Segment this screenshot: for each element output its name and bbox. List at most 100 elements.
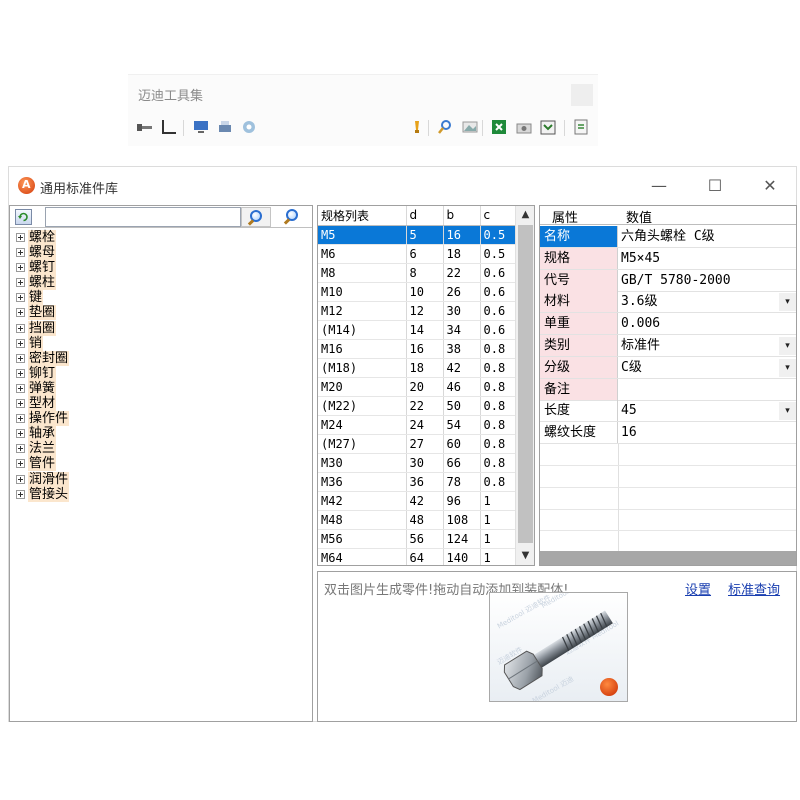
expand-icon[interactable] [16, 444, 25, 454]
spec-row[interactable]: M36 36 78 0.8 [318, 472, 517, 492]
property-value[interactable]: GB/T 5780-2000 [621, 270, 796, 291]
expand-icon[interactable] [16, 429, 25, 439]
spec-row[interactable]: M10 10 26 0.6 [318, 282, 517, 302]
column-header-c[interactable]: c [480, 206, 517, 226]
tree-item[interactable]: 铆钉 [16, 365, 312, 381]
monitor-icon[interactable] [192, 118, 210, 136]
spec-row[interactable]: (M14) 14 34 0.6 [318, 320, 517, 340]
property-row[interactable]: 单重 0.006 [540, 313, 796, 336]
expand-icon[interactable] [16, 414, 25, 424]
spec-row[interactable]: M16 16 38 0.8 [318, 339, 517, 359]
spec-row[interactable]: M30 30 66 0.8 [318, 453, 517, 473]
maximize-button[interactable]: ☐ [695, 173, 735, 199]
refresh-icon[interactable] [15, 209, 32, 225]
spec-row[interactable]: (M22) 22 50 0.8 [318, 396, 517, 416]
search-icon[interactable] [436, 118, 454, 136]
scroll-down-icon[interactable]: ▼ [516, 547, 535, 565]
property-value[interactable]: 0.006 [621, 313, 796, 334]
standard-query-link[interactable]: 标准查询 [728, 579, 780, 598]
search-input[interactable] [45, 207, 241, 227]
spec-row[interactable]: (M18) 18 42 0.8 [318, 358, 517, 378]
settings-link[interactable]: 设置 [685, 579, 711, 598]
property-row[interactable]: 备注 [540, 378, 796, 401]
expand-icon[interactable] [16, 474, 25, 484]
spec-row[interactable]: M20 20 46 0.8 [318, 377, 517, 397]
angle-tool-icon[interactable] [160, 118, 178, 136]
tree-item[interactable]: 挡圈 [16, 320, 312, 336]
close-button[interactable]: ✕ [750, 173, 790, 199]
dropdown-arrow-icon[interactable]: ▾ [779, 337, 796, 355]
property-value[interactable]: C级 [621, 357, 796, 378]
tree-item[interactable]: 操作件 [16, 411, 312, 427]
dropdown-arrow-icon[interactable]: ▾ [779, 402, 796, 421]
advanced-search-button[interactable] [278, 207, 308, 227]
spec-row[interactable]: M12 12 30 0.6 [318, 301, 517, 321]
property-value[interactable]: 3.6级 [621, 291, 796, 312]
tree-item[interactable]: 型材 [16, 396, 312, 412]
spec-table-scrollbar[interactable]: ▲ ▼ [515, 206, 534, 565]
tree-item[interactable]: 润滑件 [16, 471, 312, 487]
expand-icon[interactable] [16, 248, 25, 258]
spec-row[interactable]: M56 56 124 1 [318, 529, 517, 549]
property-value[interactable]: 六角头螺栓 C级 [621, 226, 796, 247]
spec-row[interactable]: M24 24 54 0.8 [318, 415, 517, 435]
tree-item[interactable]: 螺钉 [16, 260, 312, 276]
expand-icon[interactable] [16, 368, 25, 378]
export-icon[interactable] [539, 118, 557, 136]
property-grid-scrollbar[interactable] [540, 551, 796, 565]
property-value[interactable] [621, 379, 796, 400]
spec-row[interactable]: M8 8 22 0.6 [318, 263, 517, 283]
spec-row[interactable]: M48 48 108 1 [318, 510, 517, 530]
spec-row[interactable]: M64 64 140 1 [318, 548, 517, 565]
tree-item[interactable]: 管接头 [16, 486, 312, 502]
spec-row[interactable]: M5 5 16 0.5 [318, 225, 517, 245]
expand-icon[interactable] [16, 308, 25, 318]
expand-icon[interactable] [16, 293, 25, 303]
tree-item[interactable]: 弹簧 [16, 380, 312, 396]
column-header-spec[interactable]: 规格列表 [318, 206, 407, 226]
expand-icon[interactable] [16, 399, 25, 409]
gear-icon[interactable] [240, 118, 258, 136]
expand-icon[interactable] [16, 353, 25, 363]
scroll-up-icon[interactable]: ▲ [516, 206, 535, 224]
tree-item[interactable]: 键 [16, 290, 312, 306]
column-header-d[interactable]: d [406, 206, 444, 226]
document-icon[interactable] [572, 118, 590, 136]
spec-row[interactable]: M6 6 18 0.5 [318, 244, 517, 264]
dropdown-arrow-icon[interactable]: ▾ [779, 293, 796, 312]
tree-item[interactable]: 密封圈 [16, 350, 312, 366]
search-button[interactable] [241, 207, 271, 227]
spec-row[interactable]: M42 42 96 1 [318, 491, 517, 511]
tree-item[interactable]: 螺母 [16, 245, 312, 261]
tree-item[interactable]: 管件 [16, 456, 312, 472]
expand-icon[interactable] [16, 489, 25, 499]
expand-icon[interactable] [16, 263, 25, 273]
marker-icon[interactable] [408, 118, 426, 136]
bolt-tool-icon[interactable] [136, 118, 154, 136]
camera-icon[interactable] [515, 118, 533, 136]
property-row[interactable]: 类别 标准件 ▾ [540, 335, 796, 357]
excel-icon[interactable] [490, 118, 508, 136]
tree-item[interactable]: 螺栓 [16, 230, 312, 245]
property-row[interactable]: 材料 3.6级 ▾ [540, 291, 796, 314]
minimize-button[interactable]: — [639, 173, 679, 199]
tree-item[interactable]: 螺柱 [16, 275, 312, 291]
expand-icon[interactable] [16, 323, 25, 333]
expand-icon[interactable] [16, 459, 25, 469]
dropdown-arrow-icon[interactable]: ▾ [779, 358, 796, 377]
part-preview-image[interactable]: Meditool 迈迪软件 Meditool 迈迪软件 Meditool 迈迪软… [489, 592, 628, 702]
spec-row[interactable]: (M27) 27 60 0.8 [318, 434, 517, 454]
property-value[interactable]: M5×45 [621, 248, 796, 269]
tree-item[interactable]: 垫圈 [16, 305, 312, 321]
expand-icon[interactable] [16, 278, 25, 288]
expand-icon[interactable] [16, 233, 25, 242]
expand-icon[interactable] [16, 383, 25, 393]
property-row[interactable]: 名称 六角头螺栓 C级 [540, 226, 796, 248]
property-row[interactable]: 分级 C级 ▾ [540, 356, 796, 379]
expand-icon[interactable] [16, 338, 25, 348]
scroll-thumb[interactable] [518, 225, 533, 543]
column-header-b[interactable]: b [443, 206, 481, 226]
property-value[interactable]: 标准件 [621, 335, 796, 356]
tree-item[interactable]: 销 [16, 335, 312, 351]
property-row[interactable]: 代号 GB/T 5780-2000 [540, 269, 796, 292]
